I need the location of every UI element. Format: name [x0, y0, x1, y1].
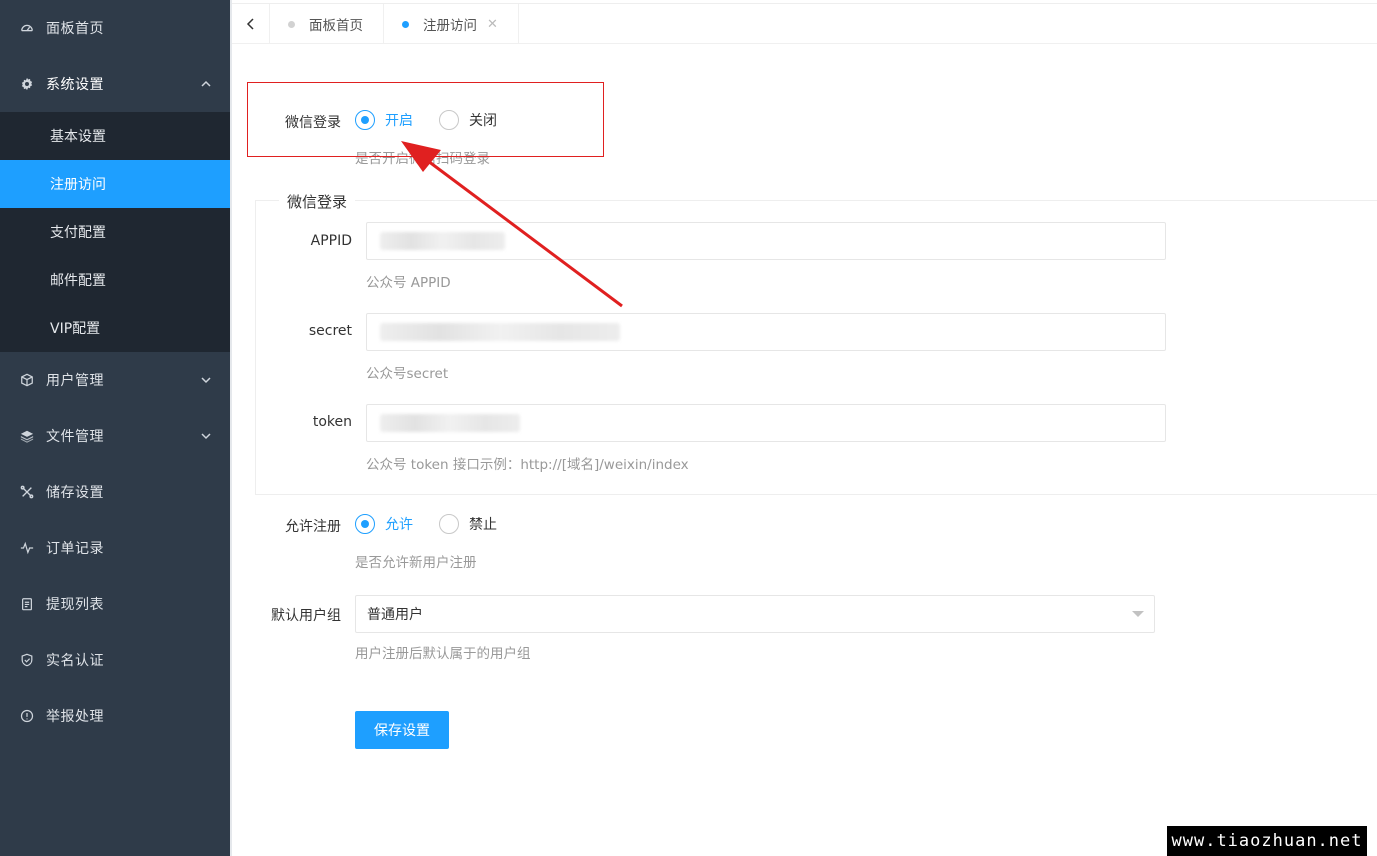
- tab-label: 注册访问: [423, 18, 477, 34]
- select-value: 普通用户: [367, 607, 423, 623]
- tools-icon: [20, 485, 34, 499]
- appid-label: APPID: [310, 233, 352, 249]
- layers-icon: [20, 429, 34, 443]
- sidebar-item-label: 实名认证: [46, 653, 104, 669]
- sidebar-item-label: 用户管理: [46, 373, 104, 389]
- tab-label: 面板首页: [309, 18, 363, 34]
- chevron-up-icon: [201, 80, 211, 87]
- allow-register-radio-group: 允许 禁止: [355, 514, 523, 534]
- dashboard-icon: [20, 21, 34, 35]
- sidebar-item-label: 举报处理: [46, 709, 104, 725]
- default-group-help: 用户注册后默认属于的用户组: [355, 646, 531, 662]
- sidebar-item-label: 文件管理: [46, 429, 104, 445]
- sidebar-item-storage[interactable]: 储存设置: [0, 464, 230, 520]
- wechat-fieldset: 微信登录 APPID 公众号 APPID secret 公众号secret to…: [255, 191, 1377, 495]
- close-icon[interactable]: ✕: [487, 17, 498, 32]
- appid-help: 公众号 APPID: [366, 275, 451, 291]
- token-help: 公众号 token 接口示例：http://[域名]/weixin/index: [366, 457, 689, 473]
- tab-dashboard[interactable]: 面板首页: [270, 4, 384, 44]
- default-group-select[interactable]: 普通用户: [355, 595, 1155, 633]
- allow-register-no-radio[interactable]: 禁止: [439, 514, 497, 534]
- sidebar-item-label: 系统设置: [46, 77, 104, 93]
- allow-register-help: 是否允许新用户注册: [355, 555, 477, 571]
- settings-form: 微信登录 开启 关闭 是否开启微信扫码登录 微信登录 APPID 公众号 APP…: [232, 44, 1377, 856]
- tab-back-button[interactable]: [232, 4, 270, 44]
- sidebar-subitem-basic[interactable]: 基本设置: [0, 112, 230, 160]
- secret-input[interactable]: [366, 313, 1166, 351]
- sidebar-subitem-register-access[interactable]: 注册访问: [0, 160, 230, 208]
- save-settings-button[interactable]: 保存设置: [355, 711, 449, 749]
- allow-register-yes-radio[interactable]: 允许: [355, 514, 413, 534]
- sidebar-item-withdrawals[interactable]: 提现列表: [0, 576, 230, 632]
- fieldset-legend: 微信登录: [279, 191, 356, 212]
- sidebar-item-verification[interactable]: 实名认证: [0, 632, 230, 688]
- sidebar-item-users[interactable]: 用户管理: [0, 352, 230, 408]
- chevron-left-icon: [246, 18, 254, 30]
- sidebar-subitem-mail[interactable]: 邮件配置: [0, 256, 230, 304]
- tab-register-access[interactable]: 注册访问 ✕: [384, 4, 519, 44]
- cube-icon: [20, 373, 34, 387]
- clipboard-icon: [20, 597, 34, 611]
- secret-label: secret: [308, 323, 352, 339]
- sidebar: 面板首页 系统设置 基本设置 注册访问 支付配置 邮件配置 VIP配置 用户管理…: [0, 0, 230, 856]
- token-input[interactable]: [366, 404, 1166, 442]
- appid-input[interactable]: [366, 222, 1166, 260]
- annotation-highlight-box: [247, 82, 604, 157]
- redacted-value: [380, 232, 505, 250]
- chevron-down-icon: [201, 377, 211, 384]
- sidebar-subitem-payment[interactable]: 支付配置: [0, 208, 230, 256]
- info-circle-icon: [20, 709, 34, 723]
- watermark: www.tiaozhuan.net: [1167, 826, 1367, 856]
- sidebar-item-label: 面板首页: [46, 21, 104, 37]
- radio-unchecked-icon: [439, 514, 459, 534]
- sidebar-item-label: 提现列表: [46, 597, 104, 613]
- sidebar-item-system-settings[interactable]: 系统设置: [0, 56, 230, 112]
- default-group-label: 默认用户组: [271, 608, 341, 624]
- secret-help: 公众号secret: [366, 366, 449, 382]
- shield-check-icon: [20, 653, 34, 667]
- caret-down-icon: [1132, 611, 1144, 617]
- gear-icon: [20, 77, 34, 91]
- sidebar-submenu: 基本设置 注册访问 支付配置 邮件配置 VIP配置: [0, 112, 230, 352]
- sidebar-item-reports[interactable]: 举报处理: [0, 688, 230, 744]
- sidebar-subitem-vip[interactable]: VIP配置: [0, 304, 230, 352]
- allow-register-label: 允许注册: [285, 519, 341, 535]
- redacted-value: [380, 414, 520, 432]
- redacted-value: [380, 323, 620, 341]
- tab-bar: 面板首页 注册访问 ✕: [232, 3, 1377, 44]
- sidebar-item-dashboard[interactable]: 面板首页: [0, 0, 230, 56]
- sidebar-item-orders[interactable]: 订单记录: [0, 520, 230, 576]
- radio-checked-icon: [355, 514, 375, 534]
- chevron-down-icon: [201, 433, 211, 440]
- sidebar-item-label: 订单记录: [46, 541, 104, 557]
- pulse-icon: [20, 541, 34, 555]
- sidebar-item-files[interactable]: 文件管理: [0, 408, 230, 464]
- sidebar-item-label: 储存设置: [46, 485, 104, 501]
- token-label: token: [312, 414, 352, 430]
- tab-dot-icon: [402, 20, 409, 28]
- tab-dot-icon: [288, 20, 295, 28]
